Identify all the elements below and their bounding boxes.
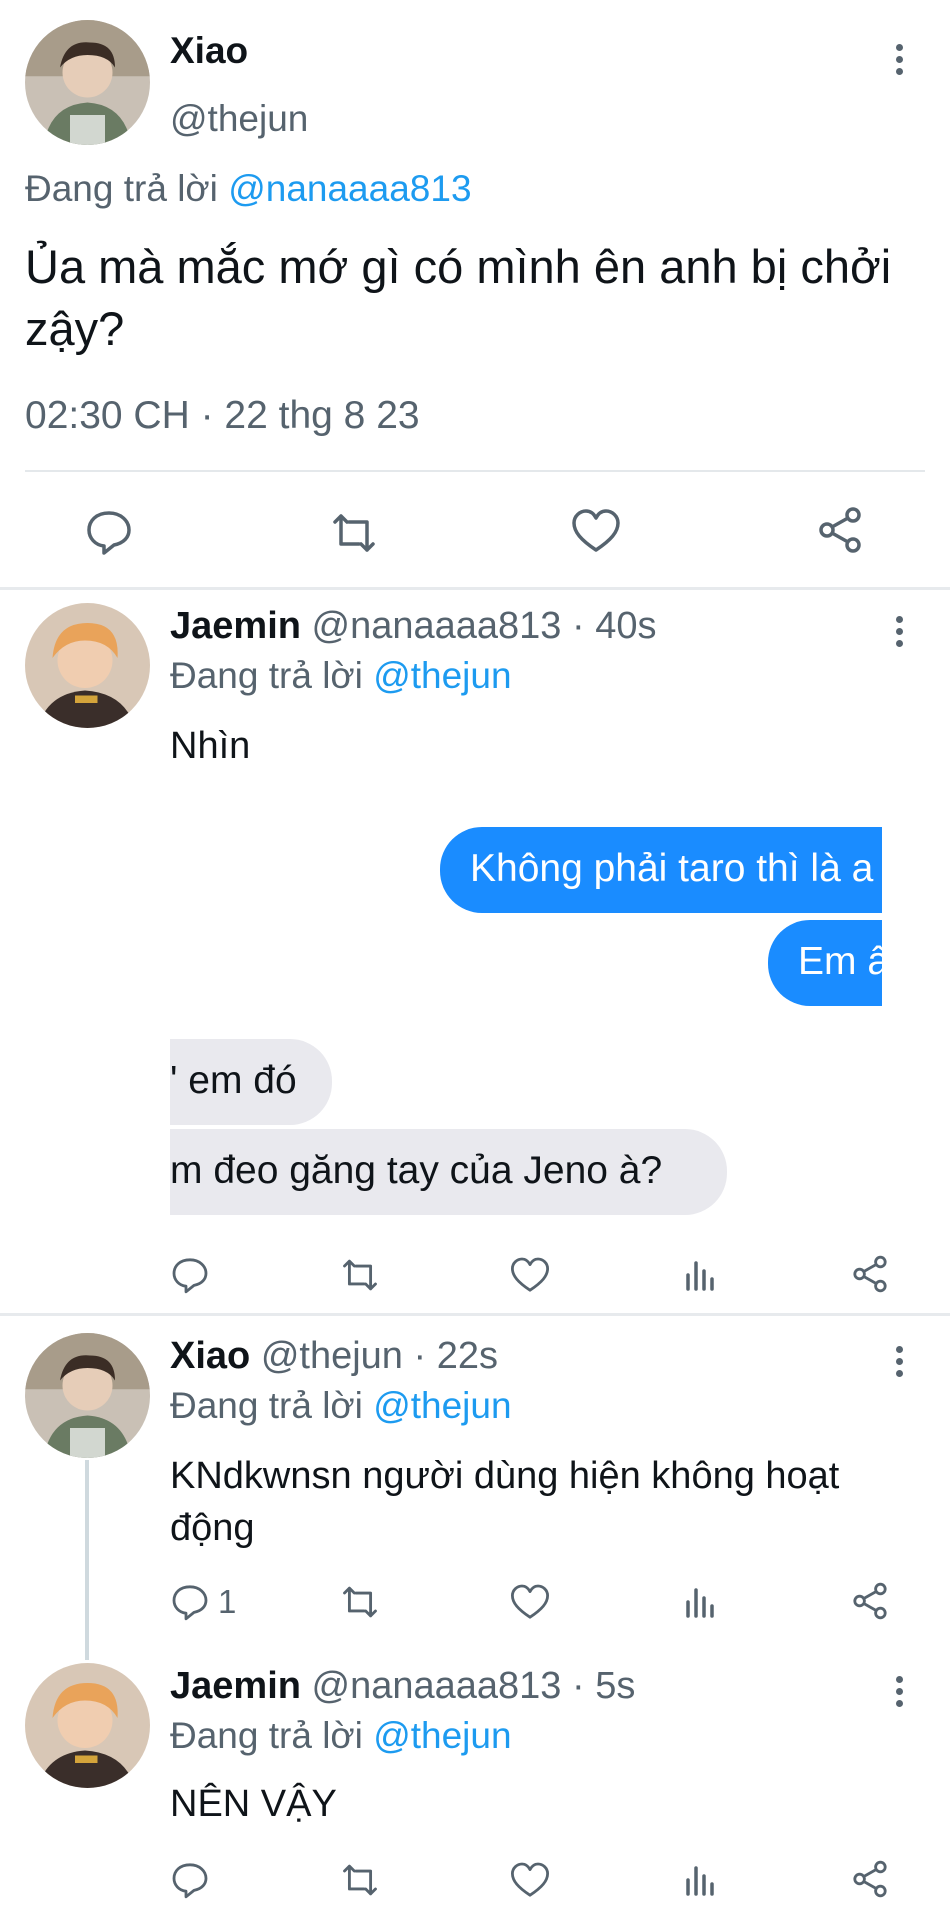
replying-to: Đang trả lời @thejun [170,1715,512,1757]
tweet-timestamp: 02:30 CH · 22 thg 8 23 [25,394,420,437]
chat-bubble-received: ' em đó [170,1039,332,1125]
avatar-xiao[interactable] [25,1333,150,1458]
views-icon[interactable] [683,1584,719,1620]
tweet-text: Ủa mà mắc mớ gì có mình ên anh bị chởi z… [25,240,892,355]
avatar-image [25,20,150,145]
reply-meta: @thejun · 22s [260,1335,498,1377]
share-icon[interactable] [850,1581,890,1621]
replying-prefix: Đang trả lời [25,168,218,209]
chat-bubble-sent: Không phải taro thì là a [440,827,882,913]
like-icon[interactable] [510,1256,550,1294]
retweet-icon[interactable] [327,510,381,556]
reply-icon[interactable] [170,1582,210,1622]
share-icon[interactable] [850,1859,890,1899]
replying-to-link[interactable]: @nanaaaa813 [228,168,471,209]
like-icon[interactable] [510,1583,550,1621]
reply-text: Nhìn [170,725,251,767]
views-icon[interactable] [683,1862,719,1898]
replying-prefix: Đang trả lời [170,1385,363,1426]
reply-text: NÊN VẬY [170,1783,337,1825]
reply-icon[interactable] [170,1255,210,1295]
like-icon[interactable] [571,508,621,554]
replying-prefix: Đang trả lời [170,1715,363,1756]
replying-to-link[interactable]: @thejun [373,655,511,696]
more-options-icon[interactable] [893,1676,905,1712]
retweet-icon[interactable] [338,1256,382,1294]
share-icon[interactable] [815,505,865,555]
thread-connector [85,1460,89,1660]
reply-header: Jaemin @nanaaaa813 · 5s [170,1665,635,1708]
divider [25,470,925,472]
more-options-icon[interactable] [893,44,905,80]
more-options-icon[interactable] [893,1346,905,1382]
replying-to-link[interactable]: @thejun [373,1715,511,1756]
reply-header: Xiao @thejun · 22s [170,1335,498,1378]
reply-meta: @nanaaaa813 · 40s [311,605,657,647]
like-icon[interactable] [510,1861,550,1899]
attached-image[interactable]: Không phải taro thì là a Em ấ ' em đó m … [170,815,882,1220]
chat-bubble-sent: Em ấ [768,920,882,1006]
avatar-jaemin[interactable] [25,1663,150,1788]
reply-count: 1 [218,1583,237,1620]
replying-to-link[interactable]: @thejun [373,1385,511,1426]
chat-bubble-received: m đeo găng tay của Jeno à? [170,1129,727,1215]
reply-text: KNdkwnsn người dùng hiện không hoạt động [170,1455,840,1549]
more-options-icon[interactable] [893,616,905,652]
reply-icon[interactable] [170,1860,210,1900]
author-handle[interactable]: @thejun [170,98,308,140]
author-name[interactable]: Xiao [170,1335,250,1377]
author-name[interactable]: Jaemin [170,1665,301,1707]
replying-to: Đang trả lời @thejun [170,655,512,697]
author-name[interactable]: Xiao [170,30,248,72]
avatar-image [25,603,150,728]
reply-icon[interactable] [84,508,134,556]
reply-meta: @nanaaaa813 · 5s [311,1665,636,1707]
avatar-jaemin[interactable] [25,603,150,728]
replying-prefix: Đang trả lời [170,655,363,696]
author-name[interactable]: Jaemin [170,605,301,647]
avatar-xiao[interactable] [25,20,150,145]
tweet-separator [0,1313,950,1316]
replying-to: Đang trả lời @nanaaaa813 [25,168,472,210]
retweet-icon[interactable] [338,1861,382,1899]
share-icon[interactable] [850,1254,890,1294]
retweet-icon[interactable] [338,1583,382,1621]
replying-to: Đang trả lời @thejun [170,1385,512,1427]
views-icon[interactable] [683,1257,719,1293]
avatar-image [25,1663,150,1788]
reply-header: Jaemin @nanaaaa813 · 40s [170,605,656,648]
avatar-image [25,1333,150,1458]
tweet-separator [0,587,950,590]
